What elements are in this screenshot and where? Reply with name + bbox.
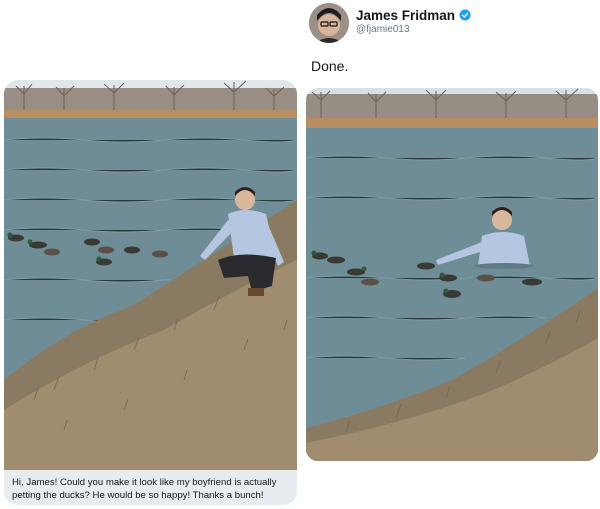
reply-text: Done. [311,58,349,74]
author-name-row: James Fridman [356,7,471,23]
original-photo[interactable] [4,80,297,470]
edited-photo[interactable] [306,88,598,461]
user-handle[interactable]: @fjamie013 [356,24,410,35]
display-name[interactable]: James Fridman [356,8,455,23]
request-message-bubble: Hi, James! Could you make it look like m… [4,470,297,505]
request-text-line-2: petting the ducks? He would be so happy!… [12,490,264,501]
verified-badge-icon [459,9,471,21]
avatar[interactable] [309,3,349,43]
request-text-line-1: Hi, James! Could you make it look like m… [12,477,277,488]
